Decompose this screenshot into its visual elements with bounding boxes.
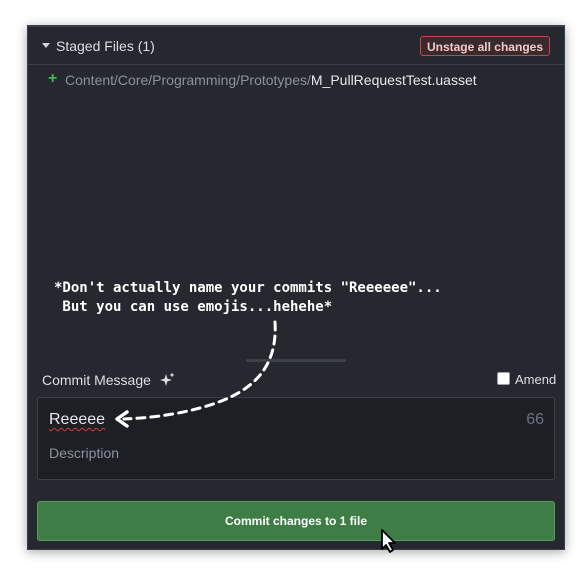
header-divider (28, 64, 564, 65)
commit-button[interactable]: Commit changes to 1 file (37, 501, 555, 541)
staged-files-title: Staged Files (1) (56, 38, 155, 54)
char-count: 66 (526, 411, 544, 428)
unstage-all-button[interactable]: Unstage all changes (419, 36, 550, 56)
resize-handle[interactable] (246, 359, 346, 362)
plus-icon: + (48, 70, 58, 87)
staged-file-row[interactable]: + Content/Core/Programming/Prototypes/M_… (28, 68, 564, 92)
file-name: M_PullRequestTest.uasset (310, 72, 477, 88)
caret-down-icon[interactable] (42, 43, 50, 48)
file-path: Content/Core/Programming/Prototypes/M_Pu… (65, 72, 477, 88)
amend-label[interactable]: Amend (515, 372, 556, 387)
annotation-note: *Don't actually name your commits "Reeee… (54, 279, 442, 317)
staged-files-header[interactable]: Staged Files (1) Unstage all changes (28, 32, 564, 60)
commit-summary-input[interactable]: Reeeee (49, 411, 105, 429)
commit-message-label: Commit Message (42, 372, 151, 388)
top-divider (28, 26, 564, 27)
amend-checkbox[interactable] (497, 372, 510, 385)
sparkle-icon[interactable] (159, 372, 175, 388)
git-changes-panel: Staged Files (1) Unstage all changes + C… (27, 25, 565, 550)
commit-message-box[interactable]: Reeeee 66 Description (37, 397, 555, 480)
annotation-line-2: But you can use emojis...hehehe* (54, 299, 333, 315)
file-directory: Content/Core/Programming/Prototypes/ (65, 72, 311, 88)
annotation-line-1: *Don't actually name your commits "Reeee… (54, 280, 442, 296)
commit-description-input[interactable]: Description (49, 445, 119, 461)
